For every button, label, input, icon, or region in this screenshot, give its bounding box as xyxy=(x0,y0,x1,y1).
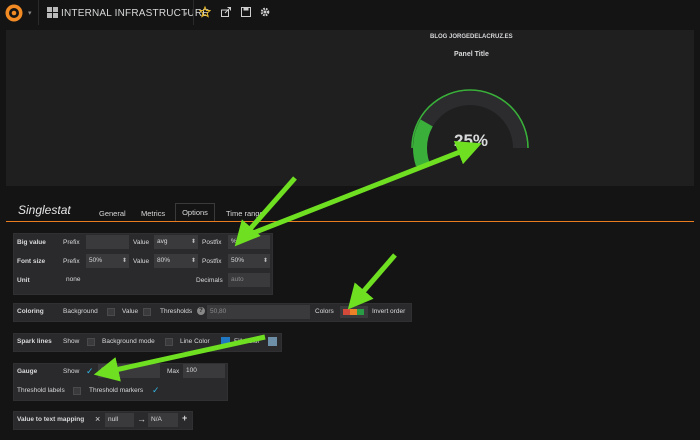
font-size-label: Font size xyxy=(17,258,46,265)
select-arrows-icon: ⬍ xyxy=(121,258,127,264)
line-color-swatch[interactable] xyxy=(221,337,230,346)
gauge-min-input[interactable]: 0 xyxy=(98,364,160,378)
gear-icon[interactable] xyxy=(259,6,271,18)
gauge-value-text: 25% xyxy=(454,131,488,150)
color-swatch-red[interactable] xyxy=(343,309,350,315)
editor-title: Singlestat xyxy=(18,203,71,217)
nav-divider xyxy=(193,0,194,25)
line-color-label: Line Color xyxy=(180,338,210,345)
decimals-input[interactable]: auto xyxy=(228,273,270,287)
gauge: 25% xyxy=(411,89,529,166)
color-swatches[interactable] xyxy=(340,306,368,318)
share-icon[interactable] xyxy=(220,6,232,18)
unit-label: Unit xyxy=(17,277,30,284)
coloring-value-checkbox[interactable] xyxy=(143,308,151,316)
arrow-to-colors xyxy=(347,253,397,310)
remove-mapping-icon[interactable]: × xyxy=(95,414,100,424)
tab-general[interactable]: General xyxy=(99,209,126,218)
font-prefix-label: Prefix xyxy=(63,258,80,265)
big-postfix-input[interactable]: % xyxy=(228,235,270,249)
font-postfix-select[interactable]: 50% ⬍ xyxy=(228,254,270,268)
fill-color-label: Fill Color xyxy=(234,338,260,345)
big-value-select[interactable]: avg ⬍ xyxy=(154,235,198,249)
select-arrows-icon: ⬍ xyxy=(190,258,196,264)
grafana-logo-icon[interactable] xyxy=(4,3,26,23)
coloring-background-checkbox[interactable] xyxy=(107,308,115,316)
spark-bgmode-checkbox[interactable] xyxy=(165,338,173,346)
dashboard-caret-icon[interactable]: ▾ xyxy=(184,10,188,18)
star-icon[interactable] xyxy=(199,6,211,18)
big-value-label: Big value xyxy=(17,239,46,246)
color-swatch-orange[interactable] xyxy=(350,309,357,315)
coloring-label: Coloring xyxy=(17,308,44,315)
mapping-from-input[interactable]: null xyxy=(105,413,134,427)
threshold-labels-checkbox[interactable] xyxy=(73,387,81,395)
help-icon[interactable]: ? xyxy=(197,307,205,315)
unit-select[interactable]: none xyxy=(63,273,198,287)
tab-time-range[interactable]: Time range xyxy=(226,209,264,218)
spark-show-checkbox[interactable] xyxy=(87,338,95,346)
font-postfix-select-text: 50% xyxy=(231,257,245,264)
tab-options[interactable]: Options xyxy=(175,203,215,221)
threshold-labels-label: Threshold labels xyxy=(17,387,65,394)
spark-show-label: Show xyxy=(63,338,80,345)
spark-bgmode-label: Background mode xyxy=(102,338,155,345)
threshold-markers-label: Threshold markers xyxy=(89,387,144,394)
top-navbar: ▾ INTERNAL INFRASTRUCTURE ▾ xyxy=(0,0,700,25)
colors-label: Colors xyxy=(315,308,334,315)
big-postfix-label: Postfix xyxy=(202,239,222,246)
tab-metrics[interactable]: Metrics xyxy=(141,209,165,218)
dashboard-grid-icon xyxy=(47,7,58,18)
font-value-label: Value xyxy=(133,258,150,265)
color-swatch-green[interactable] xyxy=(357,309,364,315)
font-postfix-label: Postfix xyxy=(202,258,222,265)
invert-order-button[interactable]: Invert order xyxy=(372,308,405,315)
gauge-max-input[interactable]: 100 xyxy=(183,364,225,378)
select-arrows-icon: ⬍ xyxy=(190,239,196,245)
menu-caret-icon[interactable]: ▾ xyxy=(28,9,32,17)
font-value-select[interactable]: 80% ⬍ xyxy=(154,254,198,268)
font-prefix-select[interactable]: 50% ⬍ xyxy=(86,254,129,268)
decimals-label: Decimals xyxy=(196,277,223,284)
mapping-to-input[interactable]: N/A xyxy=(148,413,178,427)
big-prefix-input[interactable] xyxy=(86,235,129,249)
nav-divider xyxy=(38,0,39,25)
thresholds-label: Thresholds xyxy=(160,308,193,315)
gauge-label: Gauge xyxy=(17,368,38,375)
gauge-max-label: Max xyxy=(167,368,180,375)
spark-lines-label: Spark lines xyxy=(17,338,52,345)
big-value-value-label: Value xyxy=(133,239,150,246)
mapping-arrow-icon: → xyxy=(137,414,146,424)
editor-accent-line xyxy=(6,221,694,222)
gauge-fill xyxy=(413,119,433,166)
threshold-markers-checkbox[interactable]: ✓ xyxy=(152,386,160,395)
panel-header-text: BLOG JORGEDELACRUZ.ES xyxy=(430,34,513,40)
coloring-value-label: Value xyxy=(122,308,139,315)
font-value-select-text: 80% xyxy=(157,257,171,264)
panel-title[interactable]: Panel Title xyxy=(454,51,489,58)
select-arrows-icon: ⬍ xyxy=(262,258,268,264)
coloring-background-label: Background xyxy=(63,308,98,315)
font-prefix-select-text: 50% xyxy=(89,257,103,264)
add-mapping-icon[interactable]: + xyxy=(182,413,187,423)
gauge-show-checkbox[interactable]: ✓ xyxy=(86,367,94,376)
big-prefix-label: Prefix xyxy=(63,239,80,246)
save-icon[interactable] xyxy=(240,6,252,18)
fill-color-swatch[interactable] xyxy=(268,337,277,346)
thresholds-input[interactable]: 50,80 xyxy=(207,305,310,319)
singlestat-panel[interactable] xyxy=(6,30,694,186)
big-value-select-text: avg xyxy=(157,238,168,245)
arrow-to-postfix xyxy=(234,176,297,247)
value-mapping-label: Value to text mapping xyxy=(17,416,85,423)
gauge-show-label: Show xyxy=(63,368,80,375)
